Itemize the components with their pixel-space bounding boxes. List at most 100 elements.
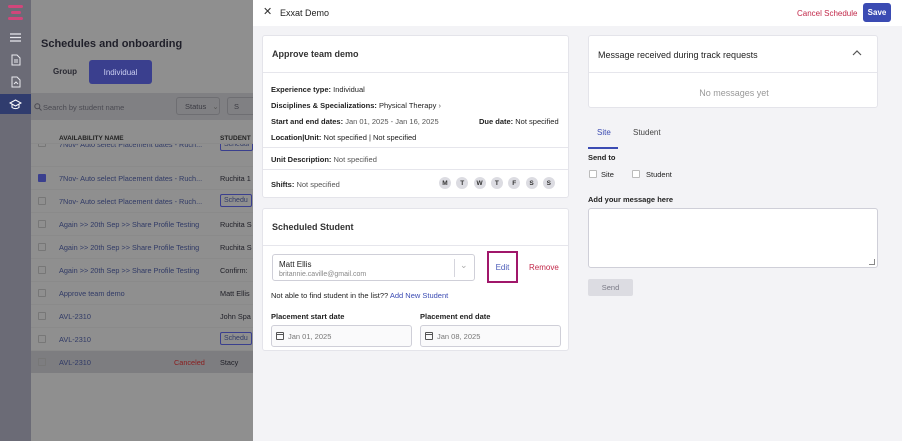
row-checkbox[interactable] (38, 289, 46, 297)
app-rail (0, 0, 31, 441)
end-date-label: Placement end date (420, 312, 491, 321)
tab-site[interactable]: Site (597, 128, 611, 137)
send-to-label: Send to (588, 153, 616, 162)
send-button[interactable]: Send (588, 279, 633, 296)
table-row[interactable]: Again >> 20th Sep >> Share Profile Testi… (31, 235, 253, 258)
row-availability-name[interactable]: Approve team demo (59, 289, 125, 298)
row-student: Ruchita S (220, 243, 252, 252)
row-availability-name[interactable]: AVL-2310 (59, 335, 91, 344)
row-status: Canceled (174, 358, 205, 367)
row-checkbox[interactable] (38, 358, 46, 366)
tab-student[interactable]: Student (633, 128, 661, 137)
search-icon (34, 103, 42, 111)
placement-end-field[interactable]: Jan 08, 2025 (420, 325, 561, 347)
add-message-label: Add your message here (588, 195, 674, 204)
student-email: britannie.caville@gmail.com (279, 271, 367, 278)
disciplines: Disciplines & Specializations: Physical … (271, 101, 441, 110)
chevron-down-icon: ⌄ (212, 102, 219, 111)
student-select[interactable]: Matt Ellis britannie.caville@gmail.com ⌄ (272, 254, 475, 281)
column-availability-name: AVAILABILITY NAME (59, 135, 124, 142)
active-tab-indicator (588, 147, 618, 149)
shift-day: M (439, 177, 451, 189)
row-checkbox[interactable] (38, 174, 46, 182)
column-student: STUDENT (220, 135, 251, 142)
not-found-text: Not able to find student in the list?? A… (271, 291, 449, 300)
scheduled-header: Scheduled Student (272, 222, 354, 232)
view-tabs: Group Individual (41, 60, 201, 84)
file-icon[interactable] (0, 72, 31, 92)
row-checkbox[interactable] (38, 312, 46, 320)
add-new-student-link[interactable]: Add New Student (390, 291, 448, 300)
row-student: John Spa (220, 312, 251, 321)
tab-group[interactable]: Group (53, 67, 77, 76)
background-page: Schedules and onboarding Group Individua… (31, 0, 253, 441)
shift-day: W (473, 177, 486, 189)
send-to-site-checkbox[interactable] (589, 170, 597, 178)
secondary-filter[interactable]: S (227, 97, 253, 115)
menu-icon[interactable] (0, 27, 31, 47)
table-row[interactable]: 7Nov- Auto select Placement dates - Ruch… (31, 189, 253, 212)
tab-individual[interactable]: Individual (89, 60, 152, 84)
send-to-site-label: Site (601, 170, 614, 179)
message-textarea[interactable] (588, 208, 878, 268)
row-checkbox[interactable] (38, 220, 46, 228)
resize-handle-icon[interactable] (869, 259, 875, 265)
table-row[interactable]: 7Nov- Auto select Placement dates - Ruch… (31, 143, 253, 155)
shift-day: T (490, 177, 503, 189)
row-checkbox[interactable] (38, 197, 46, 205)
empty-messages: No messages yet (699, 88, 769, 98)
page-title: Schedules and onboarding (41, 38, 183, 50)
row-checkbox[interactable] (38, 335, 46, 343)
send-to-student-checkbox[interactable] (632, 170, 640, 178)
close-icon[interactable]: ✕ (263, 7, 272, 18)
details-header: Approve team demo (272, 49, 359, 59)
messages-header: Message received during track requests (598, 50, 758, 60)
scheduled-student-card: Scheduled Student Matt Ellis britannie.c… (262, 208, 569, 351)
row-checkbox[interactable] (38, 266, 46, 274)
row-student[interactable]: Schedu (220, 332, 252, 345)
remove-button[interactable]: Remove (529, 263, 559, 272)
placement-start-field[interactable]: Jan 01, 2025 (271, 325, 412, 347)
row-checkbox[interactable] (38, 144, 46, 147)
table-row[interactable]: Again >> 20th Sep >> Share Profile Testi… (31, 212, 253, 235)
student-name: Matt Ellis (279, 260, 312, 269)
document-icon[interactable] (0, 50, 31, 70)
row-student: Ruchita S (220, 220, 252, 229)
drawer-title: Exxat Demo (280, 8, 330, 18)
row-availability-name[interactable]: Again >> 20th Sep >> Share Profile Testi… (59, 266, 199, 275)
table-row[interactable]: Approve team demo Matt Ellis (31, 281, 253, 304)
row-availability-name[interactable]: AVL-2310 (59, 312, 91, 321)
table-row[interactable]: AVL-2310 Schedu (31, 327, 253, 350)
row-student: Matt Ellis (220, 289, 250, 298)
row-availability-name[interactable]: 7Nov- Auto select Placement dates - Ruch… (59, 174, 202, 183)
experience-type: Experience type: Individual (271, 85, 365, 94)
row-availability-name[interactable]: AVL-2310 (59, 358, 91, 367)
shifts: Shifts: Not specified (271, 180, 340, 189)
row-checkbox[interactable] (38, 243, 46, 251)
edit-button[interactable]: Edit (487, 251, 518, 283)
row-student: Confirm: (220, 266, 248, 275)
search-input[interactable]: Search by student name (43, 103, 124, 112)
save-button[interactable]: Save (863, 3, 891, 22)
shift-day: S (542, 177, 555, 189)
app-logo-icon[interactable] (8, 5, 23, 20)
table-row[interactable]: 7Nov- Auto select Placement dates - Ruch… (31, 166, 253, 189)
table-row[interactable]: Again >> 20th Sep >> Share Profile Testi… (31, 258, 253, 281)
status-filter[interactable]: Status ⌄ (176, 97, 220, 115)
row-availability-name[interactable]: Again >> 20th Sep >> Share Profile Testi… (59, 220, 199, 229)
row-availability-name[interactable]: 7Nov- Auto select Placement dates - Ruch… (59, 197, 202, 206)
shift-day: S (525, 177, 538, 189)
chevron-down-icon: ⌄ (460, 260, 468, 270)
chevron-up-icon[interactable] (851, 47, 863, 59)
row-availability-name[interactable]: 7Nov- Auto select Placement dates - Ruch… (59, 144, 202, 149)
calendar-icon (276, 332, 284, 340)
row-student[interactable]: Schedu (220, 194, 252, 207)
cancel-schedule-button[interactable]: Cancel Schedule (797, 9, 857, 18)
graduation-cap-icon[interactable] (0, 94, 31, 114)
table-row[interactable]: AVL-2310 Canceled Stacy (31, 350, 253, 373)
send-to-student-label: Student (646, 170, 672, 179)
row-student[interactable]: Schedul (220, 144, 253, 151)
table-row[interactable]: AVL-2310 John Spa (31, 304, 253, 327)
search-bar: Search by student name Status ⌄ S (31, 93, 253, 120)
row-availability-name[interactable]: Again >> 20th Sep >> Share Profile Testi… (59, 243, 199, 252)
